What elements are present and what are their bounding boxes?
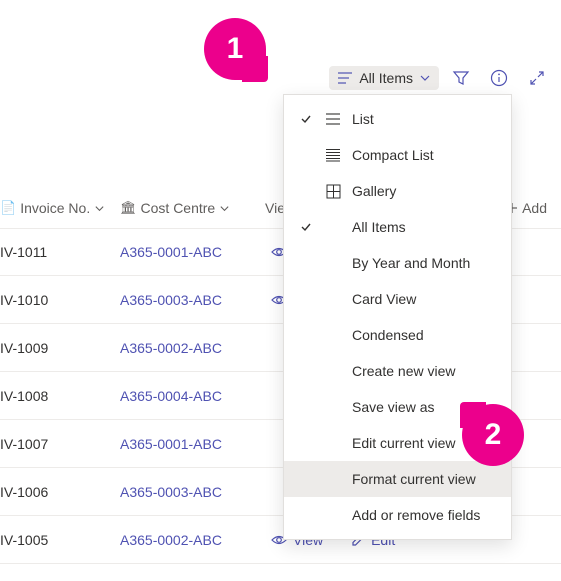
list-lines-icon (337, 71, 353, 85)
cell-cost-centre[interactable]: A365-0001-ABC (120, 244, 265, 260)
menu-label: All Items (352, 219, 499, 235)
cell-invoice: IV-1007 (0, 436, 120, 452)
view-switcher[interactable]: All Items (329, 66, 439, 90)
col-invoice-label: Invoice No. (20, 200, 90, 216)
check-icon (298, 221, 314, 233)
menu-item-condensed[interactable]: Condensed (284, 317, 511, 353)
cell-cost-centre[interactable]: A365-0004-ABC (120, 388, 265, 404)
cell-invoice: IV-1005 (0, 532, 120, 548)
menu-item-all-items[interactable]: All Items (284, 209, 511, 245)
cell-cost-centre[interactable]: A365-0003-ABC (120, 292, 265, 308)
menu-label: Condensed (352, 327, 499, 343)
callout-label: 1 (227, 32, 244, 66)
callout-label: 2 (485, 418, 502, 452)
chevron-down-icon (419, 72, 431, 84)
menu-item-list[interactable]: List (284, 101, 511, 137)
cell-invoice: IV-1006 (0, 484, 120, 500)
menu-label: Compact List (352, 147, 499, 163)
col-cost-label: Cost Centre (141, 200, 216, 216)
menu-item-by-year-month[interactable]: By Year and Month (284, 245, 511, 281)
col-cost-centre[interactable]: 🏛 Cost Centre (120, 200, 265, 216)
menu-item-format-view[interactable]: Format current view (284, 461, 511, 497)
chevron-down-icon (94, 203, 105, 214)
cell-invoice: IV-1010 (0, 292, 120, 308)
cell-cost-centre[interactable]: A365-0002-ABC (120, 340, 265, 356)
cell-cost-centre[interactable]: A365-0001-ABC (120, 436, 265, 452)
filter-icon[interactable] (445, 62, 477, 94)
cell-cost-centre[interactable]: A365-0002-ABC (120, 532, 265, 548)
menu-label: Add or remove fields (352, 507, 499, 523)
list-icon (324, 112, 342, 126)
cell-invoice: IV-1009 (0, 340, 120, 356)
menu-item-gallery[interactable]: Gallery (284, 173, 511, 209)
cell-cost-centre[interactable]: A365-0003-ABC (120, 484, 265, 500)
building-icon: 🏛 (120, 200, 137, 216)
cell-invoice: IV-1008 (0, 388, 120, 404)
menu-item-card-view[interactable]: Card View (284, 281, 511, 317)
check-icon (298, 113, 314, 125)
menu-label: Format current view (352, 471, 499, 487)
compact-list-icon (324, 148, 342, 162)
menu-label: By Year and Month (352, 255, 499, 271)
expand-icon[interactable] (521, 62, 553, 94)
view-switcher-label: All Items (359, 70, 413, 86)
menu-label: Gallery (352, 183, 499, 199)
menu-label: Create new view (352, 363, 499, 379)
cell-invoice: IV-1011 (0, 244, 120, 260)
callout-badge-1: 1 (204, 18, 266, 80)
menu-label: List (352, 111, 499, 127)
col-add-label: Add (522, 200, 547, 216)
menu-item-add-remove-fields[interactable]: Add or remove fields (284, 497, 511, 533)
gallery-icon (324, 184, 342, 199)
col-invoice[interactable]: 📄 Invoice No. (0, 200, 120, 216)
menu-item-create-view[interactable]: Create new view (284, 353, 511, 389)
menu-item-compact-list[interactable]: Compact List (284, 137, 511, 173)
info-icon[interactable] (483, 62, 515, 94)
file-icon: 📄 (0, 200, 16, 216)
chevron-down-icon (219, 203, 230, 214)
callout-badge-2: 2 (462, 404, 524, 466)
menu-label: Card View (352, 291, 499, 307)
view-menu: List Compact List Gallery All Items (283, 94, 512, 540)
